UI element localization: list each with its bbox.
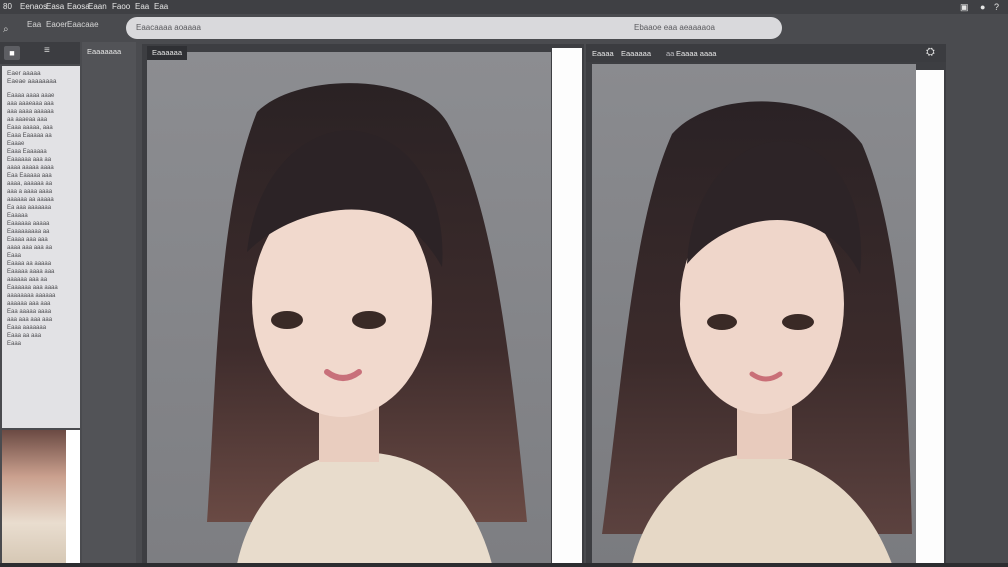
right-tab-separator: aa <box>666 49 675 58</box>
panel-icon[interactable]: ▣ <box>960 0 969 14</box>
right-tab-3[interactable]: Eaaaa aaaa <box>676 49 716 58</box>
menu-item-7[interactable]: Eaa <box>154 0 168 14</box>
menu-icon[interactable]: ≡ <box>44 45 50 56</box>
secondary-column: Eaaaaaaa <box>82 42 136 567</box>
search-icon[interactable]: ⌕ <box>3 24 9 35</box>
menu-item-2[interactable]: Easa <box>46 0 64 14</box>
secondary-tab[interactable]: Eaaaaaaa <box>87 47 121 56</box>
left-panel-heading: Eaer aaaaa Eaeae aaaaaaaa <box>7 70 57 85</box>
toolbar-item-2[interactable]: Eaoer <box>46 20 67 29</box>
right-panel: Eaaaa Eaaaaaa aa Eaaaa aaaa ⛭ <box>586 44 946 564</box>
center-panel: Eaaaaaa <box>142 44 584 564</box>
right-scroll-strip[interactable] <box>916 70 944 564</box>
left-panel-body: Eaaaa aaaa aaae aaa aaaeaaa aaa aaa aaaa… <box>7 93 58 347</box>
center-tab[interactable]: Eaaaaaa <box>147 46 188 60</box>
left-panel-text: Eaer aaaaa Eaeae aaaaaaaa Eaaaa aaaa aaa… <box>2 66 80 428</box>
menu-item-4[interactable]: Eaan <box>88 0 107 14</box>
dot-icon[interactable]: ● <box>980 0 985 14</box>
status-bar <box>0 563 1008 567</box>
portrait-image-center <box>147 52 551 564</box>
portrait-illustration-right <box>592 64 916 564</box>
menu-item-6[interactable]: Eaa <box>135 0 149 14</box>
menu-item-5[interactable]: Faoo <box>112 0 130 14</box>
toolbar-item-3[interactable]: Eaacaae <box>67 20 99 29</box>
home-button[interactable]: ■ <box>4 46 20 60</box>
thumbnail-image[interactable] <box>2 430 66 563</box>
portrait-illustration <box>147 52 551 564</box>
left-panel-header: ■ ≡ <box>0 42 80 64</box>
help-icon[interactable]: ? <box>994 0 999 14</box>
app-glyph[interactable]: 80 <box>3 0 12 14</box>
right-panel-header: Eaaaa Eaaaaaa aa Eaaaa aaaa ⛭ <box>586 44 946 62</box>
search-prefix-text: Eaacaaaa aoaaaa <box>136 23 201 32</box>
toolbar-item-1[interactable]: Eaa <box>27 20 41 29</box>
center-scroll-strip[interactable] <box>552 48 582 564</box>
search-placeholder: Ebaaoe eaa aeaaaaoa <box>634 23 715 32</box>
person-icon[interactable]: ⛭ <box>926 46 935 59</box>
search-input[interactable]: Eaacaaaa aoaaaa Ebaaoe eaa aeaaaaoa <box>126 17 782 39</box>
menu-item-3[interactable]: Eaosa <box>67 0 90 14</box>
menubar: 80 Eenaos Easa Eaosa Eaan Faoo Eaa Eaa ▣… <box>0 0 1008 14</box>
portrait-image-right <box>592 64 916 564</box>
menu-item-1[interactable]: Eenaos <box>20 0 47 14</box>
right-tab-1[interactable]: Eaaaa <box>592 49 614 58</box>
thumbnail-strip <box>66 430 80 563</box>
right-gutter <box>946 44 1008 564</box>
right-tab-2[interactable]: Eaaaaaa <box>621 49 651 58</box>
